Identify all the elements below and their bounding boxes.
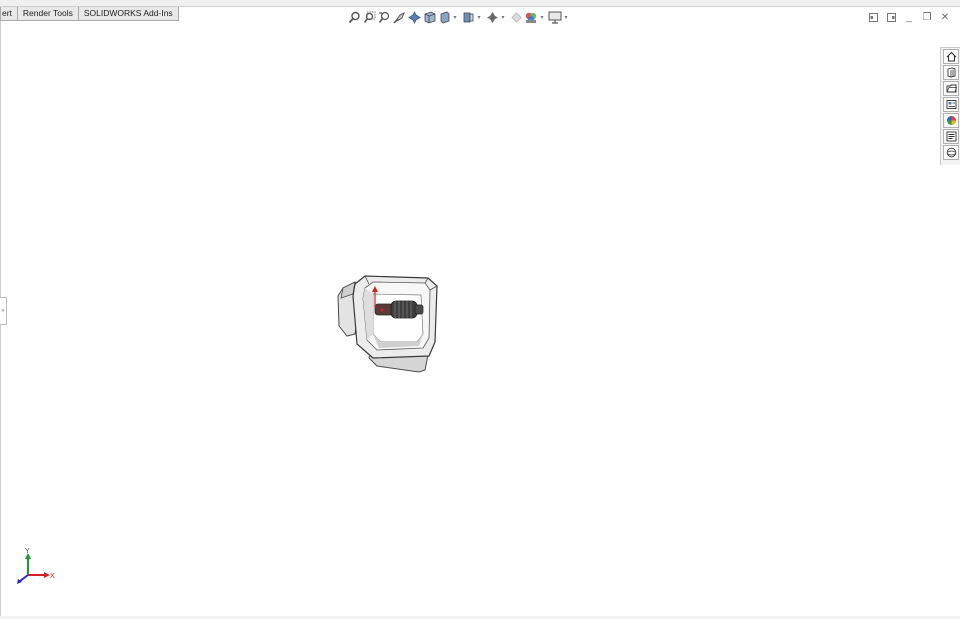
apply-scene-icon[interactable] — [509, 10, 523, 24]
tab-solidworks-add-ins[interactable]: SOLIDWORKS Add-Ins — [77, 7, 179, 21]
view-settings-icon[interactable] — [524, 10, 538, 24]
main-toolbar-strip — [0, 0, 960, 7]
tile-right-icon[interactable] — [882, 10, 900, 24]
display-pane-icon[interactable] — [548, 10, 562, 24]
triad-y-label: Y — [25, 548, 30, 555]
triad-z-axis — [19, 574, 29, 582]
view-orientation-icon[interactable] — [422, 10, 436, 24]
3d-model[interactable] — [333, 270, 443, 376]
triad-x-label: X — [50, 573, 55, 580]
edit-appearance-icon[interactable] — [485, 10, 499, 24]
file-explorer-icon[interactable] — [943, 81, 959, 96]
tab-insert[interactable]: ert — [0, 7, 18, 21]
document-window-controls: _ ❐ ✕ — [864, 10, 954, 24]
section-view-icon[interactable] — [392, 10, 406, 24]
appearance-dropdown-icon[interactable]: ▾ — [500, 10, 506, 24]
graphics-area[interactable] — [0, 21, 960, 617]
display-style-icon[interactable] — [437, 10, 451, 24]
dynamic-annotation-icon[interactable] — [407, 10, 421, 24]
display-pane-dropdown-icon[interactable]: ▾ — [563, 10, 569, 24]
solidworks-forum-icon[interactable] — [943, 145, 959, 160]
custom-properties-icon[interactable] — [943, 129, 959, 144]
feature-manager-expand-handle[interactable]: » — [0, 297, 7, 325]
design-library-icon[interactable] — [943, 65, 959, 80]
display-style-dropdown-icon[interactable]: ▾ — [452, 10, 458, 24]
tab-render-tools[interactable]: Render Tools — [16, 7, 79, 21]
restore-icon[interactable]: ❐ — [918, 10, 936, 24]
hide-show-dropdown-icon[interactable]: ▾ — [476, 10, 482, 24]
appearances-icon[interactable] — [943, 113, 959, 128]
zoom-to-area-icon[interactable] — [362, 10, 376, 24]
zoom-to-fit-icon[interactable] — [347, 10, 361, 24]
task-pane — [940, 47, 960, 165]
heads-up-view-toolbar: ▾ ▾ ▾ ▾ ▾ — [347, 9, 572, 25]
close-icon[interactable]: ✕ — [936, 10, 954, 24]
previous-view-icon[interactable] — [377, 10, 391, 24]
reference-triad: Y X — [17, 548, 55, 584]
tile-left-icon[interactable] — [864, 10, 882, 24]
hide-show-items-icon[interactable] — [461, 10, 475, 24]
view-palette-icon[interactable] — [943, 97, 959, 112]
minimize-icon[interactable]: _ — [900, 10, 918, 24]
view-settings-dropdown-icon[interactable]: ▾ — [539, 10, 545, 24]
command-manager-tabs: ert Render Tools SOLIDWORKS Add-Ins — [0, 7, 179, 21]
home-icon[interactable] — [943, 49, 959, 64]
